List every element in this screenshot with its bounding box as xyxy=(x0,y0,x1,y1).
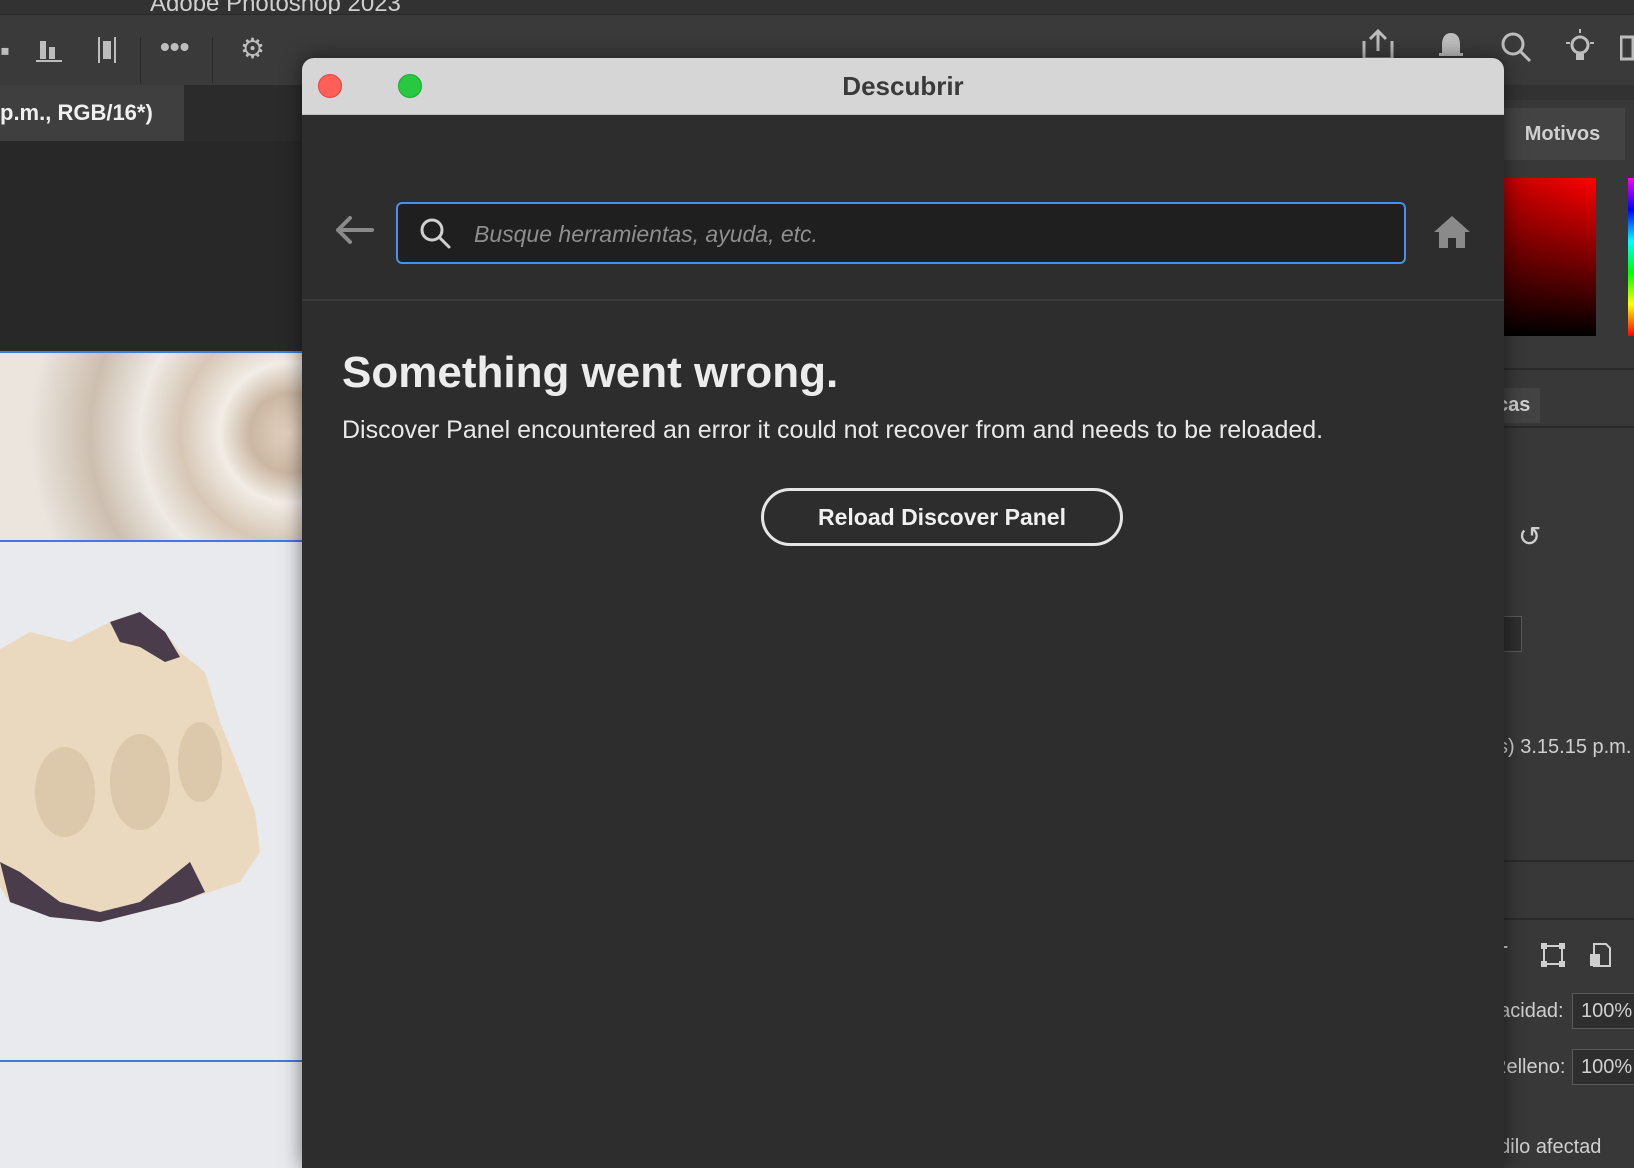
document-tab-bar: p.m., RGB/16*) xyxy=(0,85,305,141)
history-item[interactable]: s) 3.15.15 p.m. xyxy=(1498,736,1631,759)
lightbulb-icon[interactable] xyxy=(1562,29,1598,70)
dental-model-image xyxy=(0,612,260,922)
reload-discover-panel-button[interactable]: Reload Discover Panel xyxy=(761,488,1123,546)
hue-slider[interactable] xyxy=(1628,178,1634,336)
error-title: Something went wrong. xyxy=(342,348,839,397)
toolbar-divider xyxy=(212,37,213,83)
transform-icon[interactable] xyxy=(1540,942,1566,974)
fill-field[interactable]: 100% xyxy=(1572,1049,1634,1085)
dialog-title: Descubrir xyxy=(842,71,964,101)
canvas-image-blur xyxy=(0,351,305,542)
panel-divider xyxy=(1500,426,1634,428)
align-bottom-icon[interactable] xyxy=(34,35,64,70)
dialog-titlebar[interactable]: Descubrir xyxy=(302,58,1504,115)
distribute-icon[interactable] xyxy=(92,35,122,70)
arrow-left-icon xyxy=(336,216,374,244)
canvas-pasteboard xyxy=(0,141,305,351)
home-icon xyxy=(1434,216,1470,248)
search-input[interactable] xyxy=(472,204,1376,264)
smart-object-icon[interactable] xyxy=(1588,942,1612,974)
gear-icon[interactable]: ⚙ xyxy=(240,35,265,63)
search-icon[interactable] xyxy=(1500,31,1532,68)
opacity-field[interactable]: 100% xyxy=(1572,993,1634,1029)
panel-divider xyxy=(1500,918,1634,920)
toolbar-divider xyxy=(140,37,141,83)
guide-line xyxy=(0,540,305,542)
layer-name[interactable]: ndilo afectad xyxy=(1488,1136,1601,1159)
more-icon[interactable]: ••• xyxy=(160,33,189,61)
back-button[interactable] xyxy=(332,210,376,250)
search-header xyxy=(302,114,1504,301)
panel-divider xyxy=(1500,860,1634,862)
guide-line xyxy=(0,1060,305,1062)
discover-dialog: Descubrir Something went wrong. Discover… xyxy=(302,58,1504,1168)
document-tab[interactable]: p.m., RGB/16*) xyxy=(0,85,184,141)
workspace-icon[interactable] xyxy=(1619,33,1634,68)
undo-history-icon[interactable]: ↺ xyxy=(1518,520,1541,553)
search-field[interactable] xyxy=(396,202,1406,264)
search-icon xyxy=(420,218,451,249)
color-picker-field[interactable] xyxy=(1500,178,1596,336)
align-left-partial-icon[interactable]: ▪ xyxy=(0,37,10,65)
tab-motivos[interactable]: Motivos xyxy=(1500,108,1625,160)
home-button[interactable] xyxy=(1432,214,1472,250)
error-message: Discover Panel encountered an error it c… xyxy=(342,416,1324,444)
panel-divider xyxy=(1500,368,1634,370)
